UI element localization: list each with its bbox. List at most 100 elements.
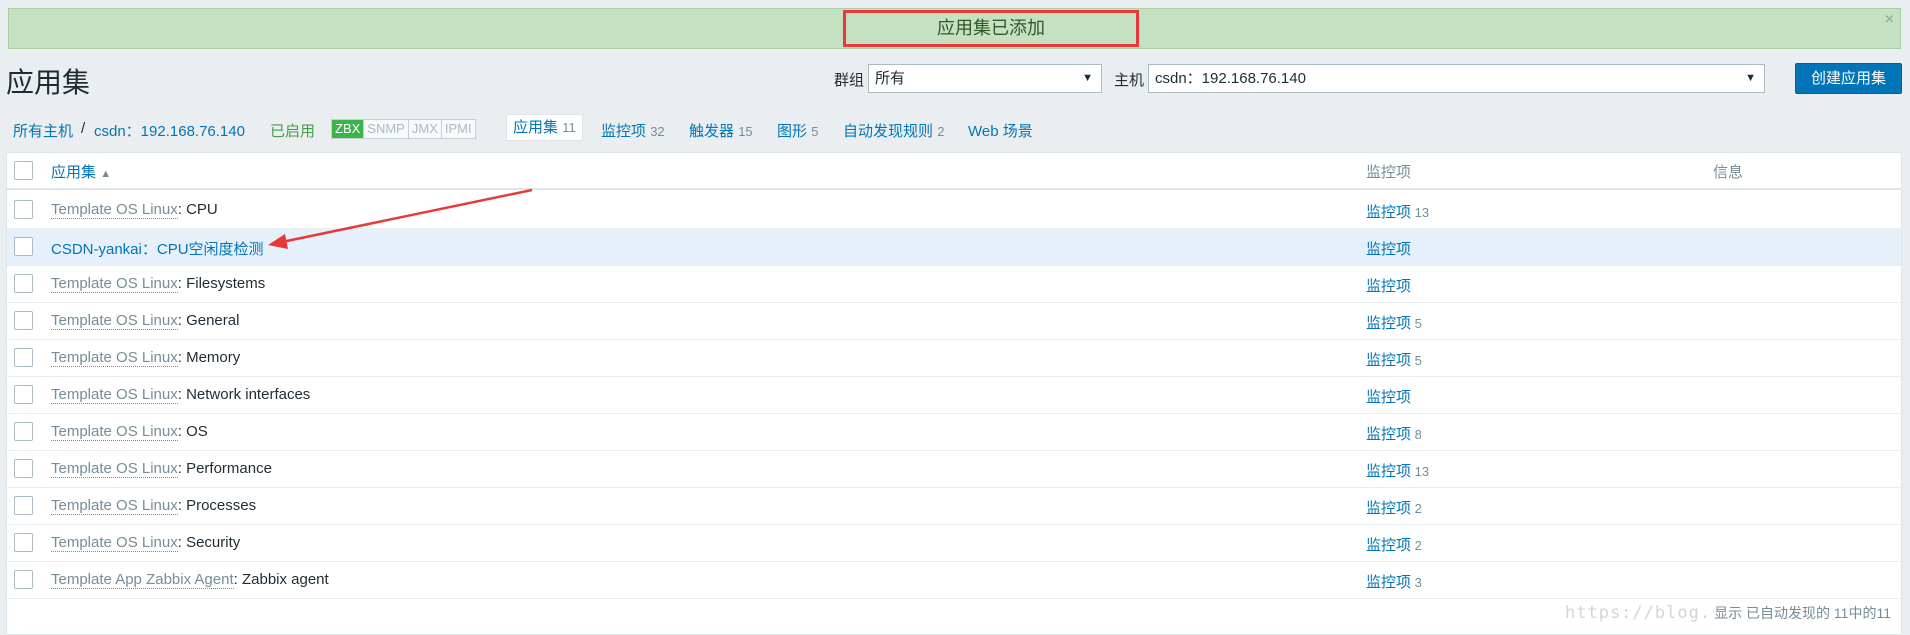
tab-graphs[interactable]: 图形 5 <box>777 120 818 141</box>
template-separator: : <box>177 201 187 218</box>
host-status[interactable]: 已启用 <box>270 120 315 141</box>
template-link[interactable]: Template OS Linux <box>51 312 178 330</box>
row-checkbox[interactable] <box>14 348 33 367</box>
tab-applications[interactable]: 应用集 11 <box>506 114 583 141</box>
table-header: 应用集 ▲ 监控项 信息 <box>7 153 1901 190</box>
items-link[interactable]: 监控项 <box>1366 500 1411 517</box>
items-cell: 监控项 13 <box>1366 201 1429 222</box>
group-select[interactable]: 所有 ▼ <box>868 64 1102 93</box>
items-link[interactable]: 监控项 <box>1366 426 1411 443</box>
row-checkbox[interactable] <box>14 274 33 293</box>
tab-triggers[interactable]: 触发器 15 <box>689 120 753 141</box>
row-checkbox[interactable] <box>14 311 33 330</box>
row-checkbox[interactable] <box>14 570 33 589</box>
row-checkbox[interactable] <box>14 237 33 256</box>
items-link[interactable]: 监控项 <box>1366 463 1411 480</box>
tab-graphs-label[interactable]: 图形 <box>777 123 807 140</box>
items-link[interactable]: 监控项 <box>1366 574 1411 591</box>
chevron-down-icon: ▼ <box>1745 72 1756 84</box>
items-cell: 监控项 5 <box>1366 312 1422 333</box>
tag-snmp: SNMP <box>364 120 409 138</box>
items-cell: 监控项 8 <box>1366 423 1422 444</box>
tag-ipmi: IPMI <box>441 120 475 138</box>
items-count: 5 <box>1414 353 1422 368</box>
tag-zbx: ZBX <box>332 120 365 138</box>
items-link[interactable]: 监控项 <box>1366 537 1411 554</box>
close-icon[interactable]: × <box>1885 11 1894 29</box>
row-checkbox[interactable] <box>14 496 33 515</box>
tab-graphs-count: 5 <box>811 124 819 139</box>
template-separator: : <box>177 534 187 551</box>
tab-applications-label: 应用集 <box>513 119 559 136</box>
template-link[interactable]: Template OS Linux <box>51 423 178 441</box>
template-link[interactable]: Template OS Linux <box>51 534 178 552</box>
application-name: OS <box>186 423 208 440</box>
template-link[interactable]: Template OS Linux <box>51 275 178 293</box>
template-separator: : <box>177 349 187 366</box>
items-count: 13 <box>1414 205 1430 220</box>
template-link[interactable]: Template OS Linux <box>51 386 178 404</box>
template-link[interactable]: Template OS Linux <box>51 460 178 478</box>
sort-by-name-link[interactable]: 应用集 <box>51 164 96 181</box>
template-separator: : <box>177 275 187 292</box>
tab-discovery-rules[interactable]: 自动发现规则 2 <box>843 120 944 141</box>
template-link[interactable]: Template OS Linux <box>51 201 178 219</box>
template-separator: : <box>177 460 187 477</box>
template-link[interactable]: Template OS Linux <box>51 497 178 515</box>
select-all-checkbox[interactable] <box>14 161 33 180</box>
tab-web-scenarios[interactable]: Web 场景 <box>968 120 1033 141</box>
items-link[interactable]: 监控项 <box>1366 352 1411 369</box>
breadcrumb-separator: / <box>81 120 86 137</box>
template-separator: : <box>177 497 187 514</box>
table-row: Template OS Linux: Filesystems 监控项 <box>7 266 1901 303</box>
application-name-cell: Template App Zabbix Agent: Zabbix agent <box>51 571 329 589</box>
applications-table: 应用集 ▲ 监控项 信息 Template OS Linux: CPU 监控项 1… <box>6 152 1902 635</box>
tab-items-count: 32 <box>650 124 665 139</box>
items-count: 8 <box>1414 427 1422 442</box>
row-checkbox[interactable] <box>14 200 33 219</box>
tab-triggers-label[interactable]: 触发器 <box>689 123 734 140</box>
page-title: 应用集 <box>6 67 91 98</box>
application-name-cell: Template OS Linux: Filesystems <box>51 275 265 293</box>
tab-discovery-label[interactable]: 自动发现规则 <box>843 123 933 140</box>
items-link[interactable]: 监控项 <box>1366 278 1411 295</box>
create-application-button[interactable]: 创建应用集 <box>1795 63 1902 94</box>
items-cell: 监控项 <box>1366 386 1411 407</box>
table-row: Template OS Linux: OS 监控项 8 <box>7 414 1901 451</box>
column-name-header[interactable]: 应用集 ▲ <box>51 161 111 182</box>
application-name: Security <box>186 534 241 551</box>
application-name-cell: Template OS Linux: Security <box>51 534 241 552</box>
template-link[interactable]: Template OS Linux <box>51 349 178 367</box>
application-name-link[interactable]: CSDN-yankai：CPU空闲度检测 <box>51 241 264 258</box>
items-link[interactable]: 监控项 <box>1366 204 1411 221</box>
row-checkbox[interactable] <box>14 533 33 552</box>
items-link[interactable]: 监控项 <box>1366 389 1411 406</box>
table-footer-stats: 显示 已自动发现的 11中的11 <box>1714 605 1891 621</box>
tab-discovery-count: 2 <box>937 124 945 139</box>
host-select[interactable]: csdn：192.168.76.140 ▼ <box>1148 64 1765 93</box>
table-row: Template OS Linux: Security 监控项 2 <box>7 525 1901 562</box>
template-link[interactable]: Template App Zabbix Agent <box>51 571 234 589</box>
breadcrumb-all-hosts[interactable]: 所有主机 <box>13 120 73 141</box>
tab-applications-count: 11 <box>562 120 576 135</box>
template-separator: : <box>177 423 187 440</box>
application-name-cell: Template OS Linux: CPU <box>51 201 218 219</box>
table-row: Template OS Linux: Processes 监控项 2 <box>7 488 1901 525</box>
tab-items[interactable]: 监控项 32 <box>601 120 665 141</box>
row-checkbox[interactable] <box>14 385 33 404</box>
application-name-cell: Template OS Linux: Performance <box>51 460 272 478</box>
items-link[interactable]: 监控项 <box>1366 315 1411 332</box>
group-select-value: 所有 <box>875 70 906 87</box>
row-checkbox[interactable] <box>14 422 33 441</box>
tab-items-label[interactable]: 监控项 <box>601 123 646 140</box>
breadcrumb-host[interactable]: csdn：192.168.76.140 <box>94 120 245 141</box>
table-row: Template OS Linux: Memory 监控项 5 <box>7 340 1901 377</box>
items-cell: 监控项 <box>1366 238 1411 259</box>
row-checkbox[interactable] <box>14 459 33 478</box>
application-name: Zabbix agent <box>241 571 329 588</box>
application-name-cell: Template OS Linux: General <box>51 312 239 330</box>
items-link[interactable]: 监控项 <box>1366 241 1411 258</box>
application-name-cell: Template OS Linux: OS <box>51 423 208 441</box>
host-select-value: csdn：192.168.76.140 <box>1155 70 1306 87</box>
items-count: 2 <box>1414 538 1422 553</box>
